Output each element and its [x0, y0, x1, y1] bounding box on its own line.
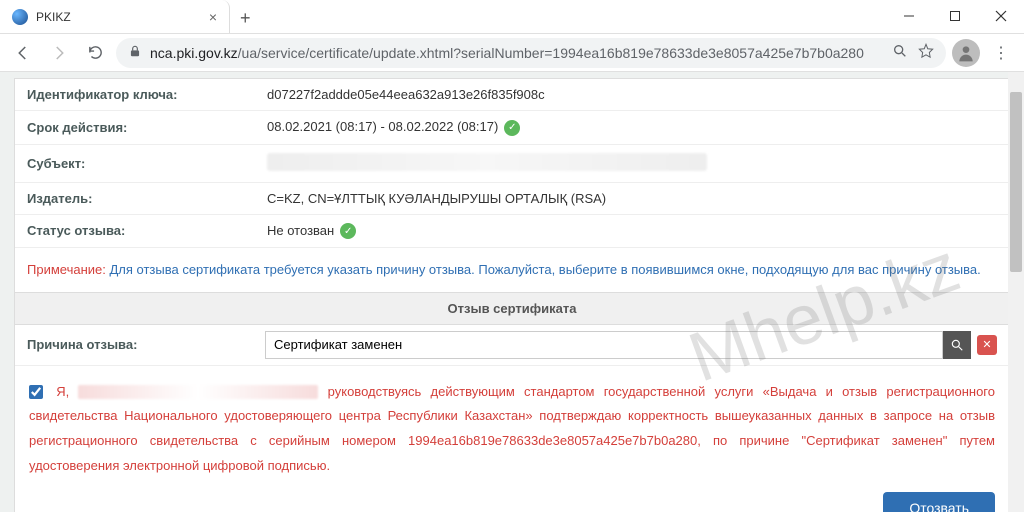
- revoke-status-value: Не отозван✓: [255, 214, 1009, 248]
- minimize-button[interactable]: [886, 0, 932, 32]
- address-bar[interactable]: nca.pki.gov.kz/ua/service/certificate/up…: [116, 38, 946, 68]
- reason-row: Причина отзыва: ✕: [15, 325, 1009, 366]
- revoke-button[interactable]: Отозвать: [883, 492, 995, 512]
- scrollbar-thumb[interactable]: [1010, 92, 1022, 272]
- window-controls: [886, 0, 1024, 32]
- search-reason-button[interactable]: [943, 331, 971, 359]
- check-icon: ✓: [340, 223, 356, 239]
- tab-title: PKIKZ: [36, 10, 201, 24]
- close-window-button[interactable]: [978, 0, 1024, 32]
- url-text: nca.pki.gov.kz/ua/service/certificate/up…: [150, 45, 884, 61]
- redacted-name: [78, 385, 318, 399]
- page-content: Mhelp.kz Идентификатор ключа:d07227f2add…: [0, 72, 1024, 512]
- confirm-checkbox[interactable]: [29, 385, 43, 399]
- validity-label: Срок действия:: [15, 111, 255, 145]
- reload-button[interactable]: [80, 38, 110, 68]
- window-titlebar: PKIKZ × +: [0, 0, 1024, 34]
- close-tab-icon[interactable]: ×: [209, 9, 217, 25]
- lock-icon: [128, 44, 142, 61]
- browser-toolbar: nca.pki.gov.kz/ua/service/certificate/up…: [0, 34, 1024, 72]
- scrollbar[interactable]: [1008, 72, 1024, 512]
- reason-input[interactable]: [265, 331, 943, 359]
- reason-label: Причина отзыва:: [27, 337, 255, 352]
- confirmation-text: Я, руководствуясь действующим стандартом…: [15, 366, 1009, 489]
- issuer-value: C=KZ, CN=ҰЛТТЫҚ КУӘЛАНДЫРУШЫ ОРТАЛЫҚ (RS…: [255, 182, 1009, 214]
- validity-value: 08.02.2021 (08:17) - 08.02.2022 (08:17)✓: [255, 111, 1009, 145]
- maximize-button[interactable]: [932, 0, 978, 32]
- favicon-icon: [12, 9, 28, 25]
- browser-tab[interactable]: PKIKZ ×: [0, 0, 230, 33]
- profile-avatar[interactable]: [952, 39, 980, 67]
- zoom-icon[interactable]: [892, 43, 908, 62]
- subject-label: Субъект:: [15, 144, 255, 182]
- menu-button[interactable]: ⋮: [986, 43, 1016, 63]
- star-icon[interactable]: [918, 43, 934, 62]
- key-id-value: d07227f2addde05e44eea632a913e26f835f908c: [255, 79, 1009, 111]
- issuer-label: Издатель:: [15, 182, 255, 214]
- check-icon: ✓: [504, 120, 520, 136]
- revoke-section-title: Отзыв сертификата: [15, 292, 1009, 325]
- back-button[interactable]: [8, 38, 38, 68]
- note-text: Примечание: Для отзыва сертификата требу…: [15, 248, 1009, 292]
- certificate-panel: Идентификатор ключа:d07227f2addde05e44ee…: [14, 78, 1010, 512]
- key-id-label: Идентификатор ключа:: [15, 79, 255, 111]
- new-tab-button[interactable]: +: [230, 0, 261, 37]
- subject-value: [255, 144, 1009, 182]
- clear-reason-button[interactable]: ✕: [977, 335, 997, 355]
- redacted-text: [267, 153, 707, 171]
- revoke-status-label: Статус отзыва:: [15, 214, 255, 248]
- forward-button[interactable]: [44, 38, 74, 68]
